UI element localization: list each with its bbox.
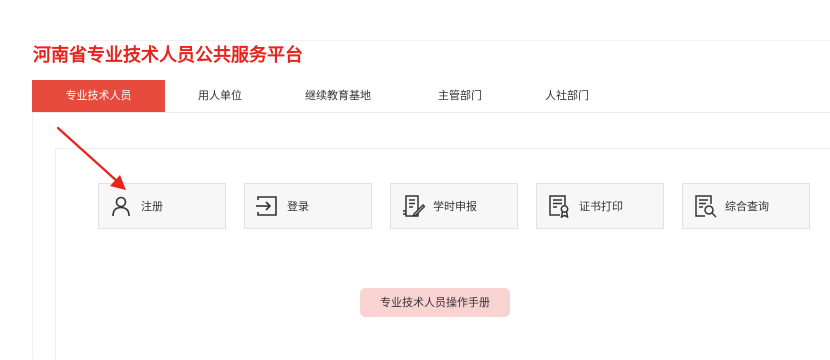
site-title: 河南省专业技术人员公共服务平台 (33, 45, 303, 66)
tab-hr-department[interactable]: 人社部门 (519, 80, 615, 112)
credit-hours-button[interactable]: 学时申报 (390, 183, 518, 229)
credit-hours-label: 学时申报 (433, 200, 477, 213)
function-panel (55, 148, 830, 360)
tab-employer[interactable]: 用人单位 (165, 80, 275, 112)
annotation-arrow-icon (56, 126, 126, 190)
certificate-print-button[interactable]: 证书打印 (536, 183, 664, 229)
certificate-print-label: 证书打印 (579, 200, 623, 213)
content-left-rule (32, 112, 33, 359)
user-icon (109, 194, 133, 218)
register-label: 注册 (141, 200, 163, 213)
comprehensive-query-button[interactable]: 综合查询 (682, 183, 810, 229)
tab-professional[interactable]: 专业技术人员 (32, 80, 165, 112)
login-icon (255, 194, 279, 218)
role-tab-bar: 专业技术人员 用人单位 继续教育基地 主管部门 人社部门 (32, 80, 830, 113)
tab-supervisor[interactable]: 主管部门 (401, 80, 519, 112)
document-edit-icon (401, 194, 425, 218)
login-label: 登录 (287, 200, 309, 213)
login-button[interactable]: 登录 (244, 183, 372, 229)
document-search-icon (693, 194, 717, 218)
comprehensive-query-label: 综合查询 (725, 200, 769, 213)
user-manual-button[interactable]: 专业技术人员操作手册 (360, 288, 510, 317)
header-divider (32, 40, 830, 41)
certificate-icon (547, 194, 571, 218)
tab-education-base[interactable]: 继续教育基地 (275, 80, 401, 112)
